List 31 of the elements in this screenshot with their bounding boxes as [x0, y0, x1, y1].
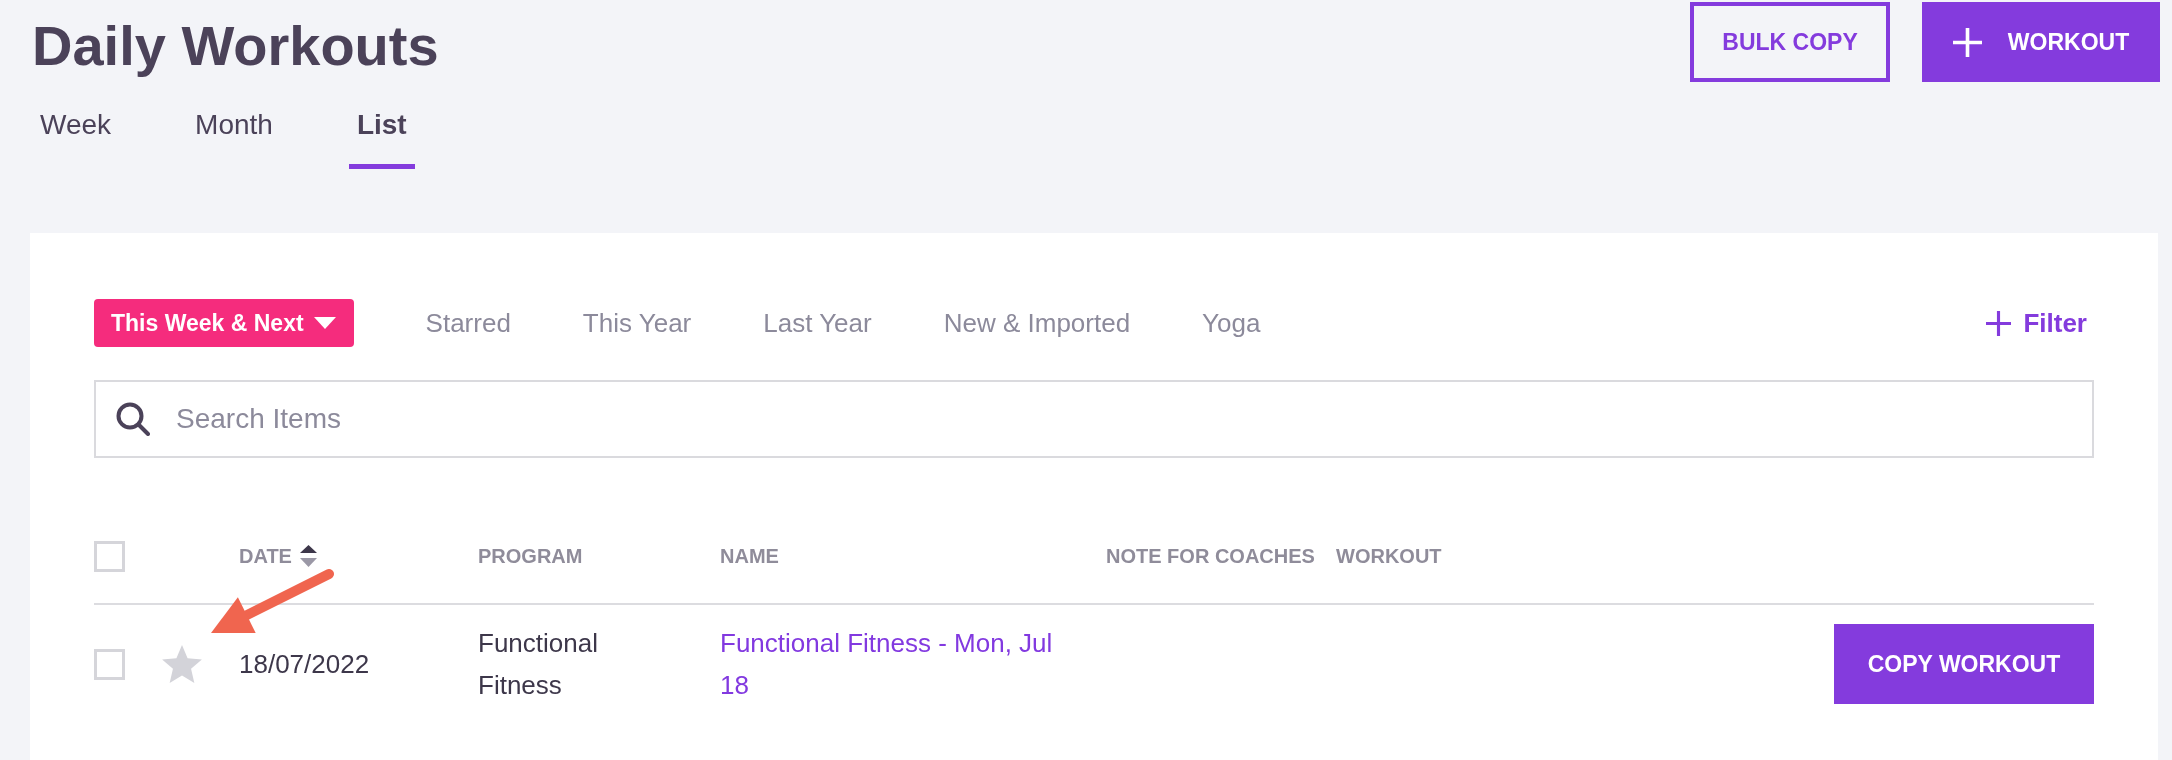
- page-title: Daily Workouts: [32, 13, 439, 79]
- filter-preset[interactable]: Yoga: [1202, 299, 1261, 347]
- column-header: DATE: [239, 544, 292, 569]
- column-header: NOTE FOR COACHES: [1106, 544, 1315, 569]
- plus-icon: [1952, 27, 1982, 57]
- filter-dropdown[interactable]: This Week & Next: [94, 299, 354, 347]
- filter-preset[interactable]: This Year: [582, 299, 692, 347]
- sort-icon[interactable]: [299, 545, 317, 567]
- filter-preset[interactable]: Starred: [425, 299, 511, 347]
- view-tab[interactable]: List: [348, 107, 415, 169]
- view-tab[interactable]: Month: [187, 107, 281, 169]
- filter-preset[interactable]: New & Imported: [943, 299, 1131, 347]
- checkbox[interactable]: [94, 648, 125, 680]
- program-text: Functional Fitness: [478, 627, 599, 702]
- search-field[interactable]: Search Items: [94, 380, 2094, 458]
- caret-icon: [313, 317, 336, 329]
- column-header: WORKOUT: [1336, 544, 1442, 569]
- bulk-copy-button[interactable]: BULK COPY: [1690, 2, 1890, 82]
- add-workout-button[interactable]: WORKOUT: [1922, 2, 2160, 82]
- copy-workout-button[interactable]: COPY WORKOUT: [1834, 624, 2094, 704]
- plus-icon: [1986, 310, 2012, 336]
- search-icon: [116, 402, 150, 436]
- view-tab[interactable]: Week: [32, 107, 120, 169]
- star-icon[interactable]: [162, 645, 202, 683]
- add-filter-button[interactable]: Filter: [1986, 303, 2087, 343]
- column-header: PROGRAM: [478, 544, 583, 569]
- column-header: NAME: [720, 544, 779, 569]
- checkbox[interactable]: [94, 540, 125, 572]
- filter-preset[interactable]: Last Year: [763, 299, 872, 347]
- workout-name-link[interactable]: Functional Fitness - Mon, Jul 18: [720, 622, 1065, 706]
- date-text: 18/07/2022: [239, 648, 370, 679]
